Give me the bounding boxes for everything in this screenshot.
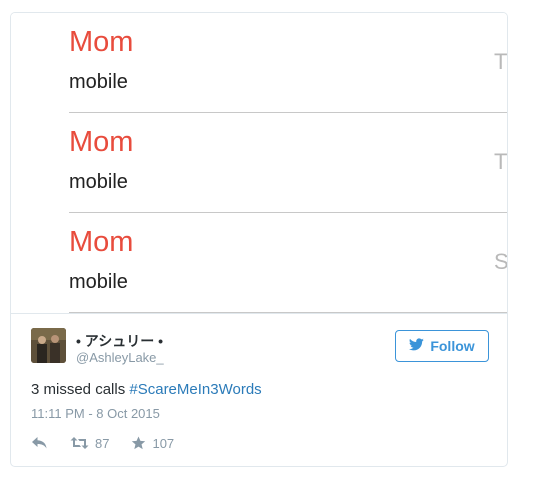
caller-name: Mom bbox=[69, 126, 134, 158]
call-side-text: T bbox=[494, 149, 507, 174]
call-row: Mom mobile S bbox=[11, 213, 507, 313]
embedded-tweet-card: Mom mobile T Mom mobile T Mom mobile S bbox=[10, 12, 508, 467]
retweet-count: 87 bbox=[95, 435, 110, 451]
caller-name: Mom bbox=[69, 26, 134, 58]
hashtag-link[interactable]: #ScareMeIn3Words bbox=[129, 381, 261, 398]
tweet-image-missed-calls[interactable]: Mom mobile T Mom mobile T Mom mobile S bbox=[11, 13, 507, 313]
call-type: mobile bbox=[69, 271, 128, 293]
call-side-text: T bbox=[494, 49, 507, 74]
retweet-button[interactable]: 87 bbox=[70, 436, 109, 451]
call-type: mobile bbox=[69, 71, 128, 93]
divider bbox=[11, 313, 507, 314]
avatar[interactable] bbox=[31, 328, 66, 363]
twitter-bird-icon bbox=[409, 338, 425, 354]
like-button[interactable]: 107 bbox=[131, 436, 174, 451]
reply-button[interactable] bbox=[31, 436, 48, 450]
tweet-text: 3 missed calls #ScareMeIn3Words bbox=[31, 381, 262, 398]
tweet-text-plain: 3 missed calls bbox=[31, 381, 130, 398]
caller-name: Mom bbox=[69, 226, 134, 258]
display-name[interactable]: • アシュリー • bbox=[76, 331, 163, 351]
tweet-timestamp[interactable]: 11:11 PM - 8 Oct 2015 bbox=[31, 406, 160, 421]
like-count: 107 bbox=[152, 435, 175, 451]
retweet-icon bbox=[70, 436, 89, 450]
user-handle[interactable]: @AshleyLake_ bbox=[76, 350, 164, 365]
star-icon bbox=[131, 436, 146, 450]
call-side-text: S bbox=[494, 251, 507, 273]
tweet-actions: 87 107 bbox=[31, 433, 196, 453]
call-row: Mom mobile T bbox=[11, 113, 507, 213]
follow-button[interactable]: Follow bbox=[395, 330, 489, 362]
call-row: Mom mobile T bbox=[11, 13, 507, 113]
call-type: mobile bbox=[69, 171, 128, 193]
follow-label: Follow bbox=[430, 338, 475, 354]
reply-icon bbox=[31, 436, 48, 450]
